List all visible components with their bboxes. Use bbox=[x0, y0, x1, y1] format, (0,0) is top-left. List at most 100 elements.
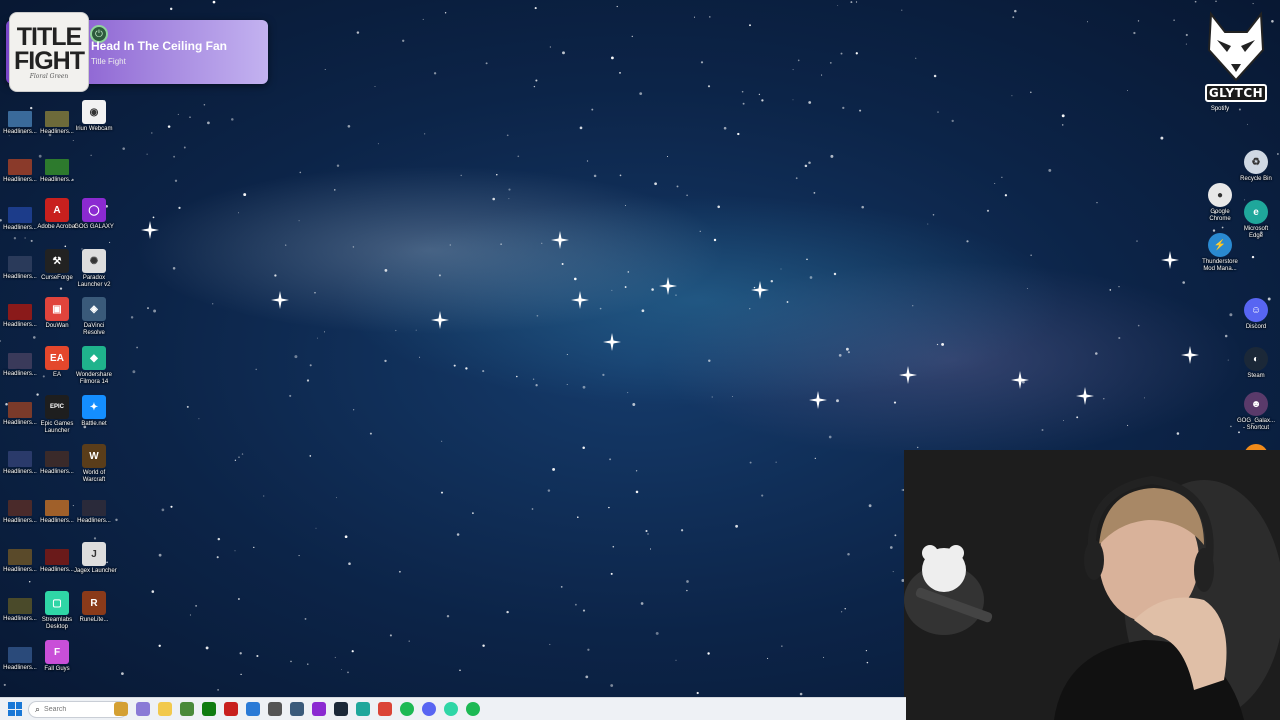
file-explorer-icon[interactable] bbox=[158, 702, 172, 716]
copilot-icon[interactable] bbox=[136, 702, 150, 716]
thumbnail-icon bbox=[8, 304, 32, 320]
desktop-icon[interactable]: ◯ GOG GALAXY bbox=[74, 198, 114, 244]
desktop-icon[interactable]: Headliners... bbox=[37, 545, 77, 591]
star bbox=[547, 489, 551, 492]
desktop-icon[interactable]: ◈ DaVinci Resolve bbox=[74, 297, 114, 343]
photos-icon[interactable] bbox=[114, 702, 128, 716]
desktop-icon[interactable]: ⚡ Thunderstore Mod Mana... bbox=[1200, 233, 1240, 279]
thumbnail-icon bbox=[8, 207, 32, 223]
star bbox=[1118, 286, 1120, 288]
spotify-small-icon[interactable] bbox=[466, 702, 480, 716]
sparkle-star bbox=[751, 281, 769, 299]
desktop-icon[interactable]: Headliners... bbox=[0, 155, 40, 201]
desktop-icon[interactable]: F Fall Guys bbox=[37, 640, 77, 686]
star bbox=[298, 220, 300, 222]
star bbox=[334, 656, 336, 659]
star bbox=[444, 12, 447, 14]
xbox-icon[interactable] bbox=[202, 702, 216, 716]
star bbox=[535, 384, 538, 387]
fox-icon bbox=[1207, 11, 1265, 82]
star bbox=[132, 370, 136, 374]
star bbox=[352, 246, 355, 248]
desktop-icon[interactable]: Headliners... bbox=[74, 496, 114, 542]
star bbox=[465, 367, 468, 370]
star bbox=[195, 605, 197, 607]
star bbox=[535, 79, 538, 82]
star bbox=[1011, 95, 1013, 97]
edge-icon[interactable] bbox=[356, 702, 370, 716]
album-art-line-1: TITLE bbox=[16, 22, 82, 51]
star bbox=[1030, 254, 1032, 256]
star bbox=[737, 132, 740, 136]
desktop-icon[interactable]: Headliners... bbox=[0, 349, 40, 395]
star bbox=[1096, 202, 1098, 204]
minecraft-icon[interactable] bbox=[180, 702, 194, 716]
desktop-icon[interactable]: Headliners... bbox=[37, 496, 77, 542]
desktop-icon[interactable]: ● Google Chrome bbox=[1200, 183, 1240, 229]
desktop-icon-label: Headliners... bbox=[40, 567, 74, 573]
star bbox=[865, 650, 868, 652]
davinci-icon[interactable] bbox=[290, 702, 304, 716]
desktop-icon[interactable]: ⚒ CurseForge bbox=[37, 249, 77, 295]
sparkle-star bbox=[1011, 371, 1029, 389]
desktop-icon[interactable]: ◉ Iriun Webcam bbox=[74, 100, 114, 146]
desktop-icon[interactable]: Headliners... bbox=[0, 252, 40, 298]
streamlabs-icon[interactable] bbox=[444, 702, 458, 716]
star bbox=[172, 267, 176, 270]
desktop-icon[interactable]: ◆ Wondershare Filmora 14 bbox=[74, 346, 114, 392]
desktop-icon[interactable]: Headliners... bbox=[0, 107, 40, 153]
gog-icon[interactable] bbox=[312, 702, 326, 716]
desktop-icon[interactable]: Headliners... bbox=[0, 496, 40, 542]
desktop-icon[interactable]: EA EA bbox=[37, 346, 77, 392]
thumbnail-icon bbox=[45, 500, 69, 516]
desktop-icon[interactable]: ▢ Streamlabs Desktop bbox=[37, 591, 77, 637]
desktop-icon[interactable]: A Adobe Acrobat bbox=[37, 198, 77, 244]
desktop-icon[interactable]: Headliners... bbox=[37, 155, 77, 201]
star bbox=[289, 394, 292, 397]
spotify-icon[interactable] bbox=[400, 702, 414, 716]
sparkle-star bbox=[899, 366, 917, 384]
star bbox=[440, 491, 444, 494]
chrome-icon[interactable] bbox=[378, 702, 392, 716]
desktop-icon[interactable]: Headliners... bbox=[0, 300, 40, 346]
desktop-icon[interactable]: Headliners... bbox=[0, 203, 40, 249]
desktop-icon[interactable]: Headliners... bbox=[0, 447, 40, 493]
desktop-icon[interactable]: Headliners... bbox=[37, 447, 77, 493]
star bbox=[830, 154, 834, 158]
desktop-icon-label: Epic Games Launcher bbox=[40, 421, 74, 434]
search-input[interactable] bbox=[44, 706, 105, 713]
taskbar-search[interactable]: ⌕ bbox=[28, 701, 128, 718]
store-icon[interactable] bbox=[246, 702, 260, 716]
star bbox=[1194, 0, 1197, 3]
star bbox=[167, 125, 171, 128]
desktop-icon[interactable]: EPIC Epic Games Launcher bbox=[37, 395, 77, 441]
desktop-icon[interactable]: W World of Warcraft bbox=[74, 444, 114, 490]
desktop-icon[interactable]: ✦ Battle.net bbox=[74, 395, 114, 441]
desktop-icon[interactable]: ✺ Paradox Launcher v2 bbox=[74, 249, 114, 295]
now-playing-toast[interactable]: TITLE FIGHT Floral Green ⏻ Head In The C… bbox=[6, 12, 268, 92]
star bbox=[234, 550, 236, 552]
star bbox=[932, 214, 935, 216]
desktop-icon[interactable]: Headliners... bbox=[0, 594, 40, 640]
desktop-icon[interactable]: ◐ Steam bbox=[1236, 347, 1276, 393]
desktop-icon[interactable]: ▣ DouWan bbox=[37, 297, 77, 343]
desktop-icon[interactable]: Headliners... bbox=[0, 545, 40, 591]
steam-icon[interactable] bbox=[334, 702, 348, 716]
desktop-icon[interactable]: ☺ Discord bbox=[1236, 298, 1276, 344]
star bbox=[189, 614, 191, 616]
desktop-icon[interactable]: R RuneLite... bbox=[74, 591, 114, 637]
desktop-icon[interactable]: J Jagex Launcher bbox=[74, 542, 117, 588]
desktop-icon[interactable]: Headliners... bbox=[0, 643, 40, 689]
discord-icon[interactable] bbox=[422, 702, 436, 716]
desktop-icon[interactable]: Headliners... bbox=[0, 398, 40, 444]
desktop-icon[interactable]: e Microsoft Edge bbox=[1236, 200, 1276, 246]
start-button[interactable] bbox=[8, 702, 22, 716]
desktop-icon[interactable]: ☻ GOG_Galax... - Shortcut bbox=[1236, 392, 1276, 438]
star bbox=[1160, 136, 1164, 140]
star bbox=[814, 457, 816, 460]
desktop-icon[interactable]: Headliners... bbox=[37, 107, 77, 153]
thumbnail-icon bbox=[8, 451, 32, 467]
desktop-icon[interactable]: ♻ Recycle Bin bbox=[1236, 150, 1276, 196]
adobe-acrobat-icon[interactable] bbox=[224, 702, 238, 716]
settings-icon[interactable] bbox=[268, 702, 282, 716]
